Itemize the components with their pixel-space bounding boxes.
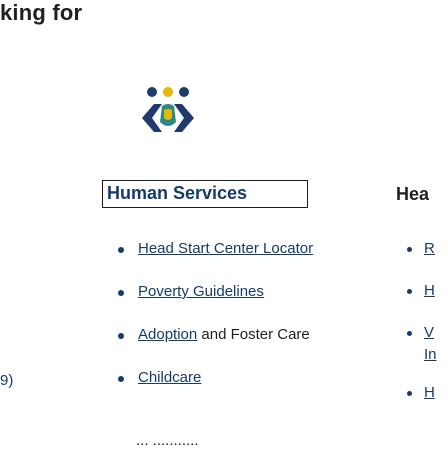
right-column-list: R H V In H: [402, 240, 437, 426]
list-item: Childcare: [112, 369, 313, 412]
logo-dot-left: [147, 87, 157, 97]
next-item-fragment: ... ...........: [136, 432, 199, 449]
page-title: king for: [0, 0, 83, 25]
list-item: H: [402, 282, 435, 324]
poverty-guidelines-link[interactable]: Poverty Guidelines: [138, 283, 264, 300]
logo-right-arc: [174, 104, 194, 132]
right-link-4[interactable]: H: [424, 384, 435, 401]
head-start-locator-link[interactable]: Head Start Center Locator: [138, 240, 313, 257]
adoption-link[interactable]: Adoption: [138, 326, 197, 343]
list-item: H: [402, 384, 435, 426]
logo-inner-gold: [164, 109, 172, 120]
left-column-fragment[interactable]: 9): [0, 372, 13, 389]
right-link-3-continuation[interactable]: In: [424, 346, 437, 363]
list-item: R: [402, 240, 435, 282]
right-link-2[interactable]: H: [424, 282, 435, 299]
childcare-link[interactable]: Childcare: [138, 369, 201, 386]
right-link-3[interactable]: V: [424, 324, 434, 341]
community-logo: [142, 87, 194, 132]
logo-dot-center: [163, 87, 173, 97]
right-link-1[interactable]: R: [424, 240, 435, 257]
adoption-suffix-text: and Foster Care: [197, 326, 310, 343]
list-item: Head Start Center Locator: [112, 240, 313, 283]
list-item: Poverty Guidelines: [112, 283, 313, 326]
logo-dot-right: [179, 87, 189, 97]
right-column-heading: Hea: [396, 184, 430, 204]
list-item: V In: [402, 324, 437, 384]
logo-left-arc: [142, 104, 162, 132]
list-item: Adoption and Foster Care: [112, 326, 313, 369]
service-category-select[interactable]: Human Services: [102, 180, 308, 208]
human-services-link-list: Head Start Center Locator Poverty Guidel…: [112, 240, 313, 412]
